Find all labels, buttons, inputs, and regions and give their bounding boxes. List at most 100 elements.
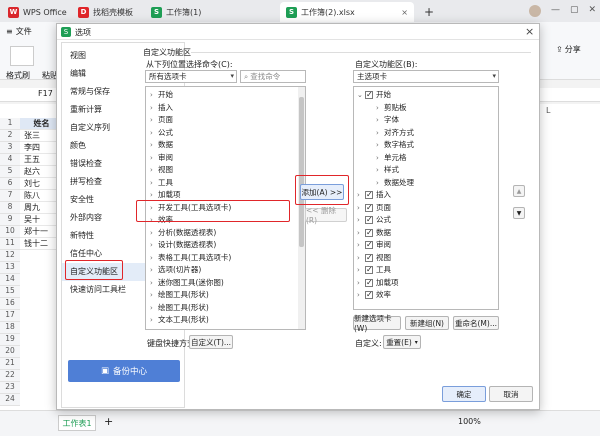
close-tab-icon[interactable]: ×: [401, 8, 408, 17]
checkbox[interactable]: [365, 202, 373, 214]
scrollbar-thumb[interactable]: [299, 97, 304, 247]
row-header[interactable]: 22: [0, 370, 20, 382]
row-header[interactable]: 11: [0, 238, 20, 250]
ribbon-tree-item[interactable]: › 审阅: [357, 239, 391, 252]
chevron-right-icon[interactable]: ›: [376, 102, 384, 115]
new-tab-button[interactable]: +: [418, 2, 440, 22]
ribbon-tree-item[interactable]: › 数字格式: [376, 139, 414, 152]
left-command-source-select[interactable]: 所有选项卡 ▾: [145, 70, 237, 83]
command-list-item[interactable]: › 设计(数据透视表): [150, 239, 216, 252]
command-list-item[interactable]: › 文本工具(形状): [150, 314, 209, 327]
row-header[interactable]: 5: [0, 166, 20, 178]
ribbon-tree-item[interactable]: › 数据: [357, 227, 391, 240]
tab-wps-office[interactable]: W WPS Office: [2, 2, 73, 22]
row-header[interactable]: 15: [0, 286, 20, 298]
close-window-icon[interactable]: ✕: [588, 5, 596, 17]
ribbon-tree-item[interactable]: › 视图: [357, 252, 391, 265]
cell-a[interactable]: 李四: [20, 142, 60, 154]
command-list-item[interactable]: › 分析(数据透视表): [150, 227, 216, 240]
chevron-right-icon[interactable]: ›: [357, 277, 365, 290]
command-list-item[interactable]: › 公式: [150, 127, 173, 140]
row-header[interactable]: 6: [0, 178, 20, 190]
row-header[interactable]: 24: [0, 394, 20, 406]
cell-a[interactable]: 陈八: [20, 190, 60, 202]
row-header[interactable]: 13: [0, 262, 20, 274]
row-header[interactable]: 3: [0, 142, 20, 154]
cell-a[interactable]: 郑十一: [20, 226, 60, 238]
move-down-button[interactable]: ▼: [513, 207, 525, 219]
row-header[interactable]: 14: [0, 274, 20, 286]
checkbox[interactable]: [365, 89, 373, 102]
cell-a[interactable]: 周九: [20, 202, 60, 214]
checkbox[interactable]: [365, 277, 373, 289]
checkbox[interactable]: [365, 252, 373, 264]
row-header[interactable]: 10: [0, 226, 20, 238]
cell-reference[interactable]: F17: [38, 89, 53, 98]
row-header[interactable]: 8: [0, 202, 20, 214]
chevron-right-icon[interactable]: ›: [357, 239, 365, 252]
ribbon-tree-item[interactable]: › 工具: [357, 264, 391, 277]
command-list-item[interactable]: › 绘图工具(形状): [150, 289, 209, 302]
ribbon-tree-item[interactable]: › 样式: [376, 164, 399, 177]
chevron-right-icon[interactable]: ›: [357, 227, 365, 240]
command-list-item[interactable]: › 表格工具(工具选项卡): [150, 252, 231, 265]
column-header-l[interactable]: L: [546, 106, 550, 115]
chevron-right-icon[interactable]: ›: [357, 202, 365, 215]
ok-button[interactable]: 确定: [442, 386, 486, 402]
ribbon-tree-item[interactable]: ⌄ 开始: [357, 89, 391, 102]
remove-button[interactable]: << 删除(R): [305, 206, 347, 225]
command-list-item[interactable]: › 选项(切片器): [150, 264, 201, 277]
ribbon-tree-item[interactable]: › 加载项: [357, 277, 399, 290]
command-list-item[interactable]: › 开发工具(工具选项卡): [150, 202, 231, 215]
row-header[interactable]: 7: [0, 190, 20, 202]
checkbox[interactable]: [365, 227, 373, 239]
chevron-right-icon[interactable]: ›: [357, 264, 365, 277]
sheet-tab[interactable]: 工作表1: [58, 415, 96, 431]
command-list-item[interactable]: › 审阅: [150, 152, 173, 165]
chevron-right-icon[interactable]: ›: [376, 152, 384, 165]
cell-a[interactable]: 刘七: [20, 178, 60, 190]
ribbon-tree-item[interactable]: › 对齐方式: [376, 127, 414, 140]
ribbon-tree-item[interactable]: › 剪贴板: [376, 102, 407, 115]
ribbon-tree-item[interactable]: › 效率: [357, 289, 391, 302]
cell-a[interactable]: 钱十二: [20, 238, 60, 250]
chevron-right-icon[interactable]: ›: [376, 139, 384, 152]
chevron-right-icon[interactable]: ›: [357, 189, 365, 202]
command-list-item[interactable]: › 页面: [150, 114, 173, 127]
checkbox[interactable]: [365, 289, 373, 302]
chevron-right-icon[interactable]: ›: [376, 164, 384, 177]
row-header[interactable]: 12: [0, 250, 20, 262]
add-button[interactable]: 添加(A) >>: [300, 184, 344, 200]
row-header[interactable]: 18: [0, 322, 20, 334]
row-header[interactable]: 19: [0, 334, 20, 346]
right-ribbon-tree[interactable]: ⌄开始›剪贴板›字体›对齐方式›数字格式›单元格›样式›数据处理›插入›页面›公…: [353, 86, 499, 310]
minimize-icon[interactable]: —: [551, 5, 560, 17]
file-menu[interactable]: ≡ 文件: [6, 26, 32, 37]
ribbon-tree-item[interactable]: › 单元格: [376, 152, 407, 165]
ribbon-tree-item[interactable]: › 插入: [357, 189, 391, 202]
rename-button[interactable]: 重命名(M)...: [453, 316, 499, 330]
left-list-scrollbar[interactable]: [298, 87, 305, 329]
command-list-item[interactable]: › 数据: [150, 139, 173, 152]
right-tabs-select[interactable]: 主选项卡 ▾: [353, 70, 499, 83]
command-list-item[interactable]: › 加载项: [150, 189, 181, 202]
search-input[interactable]: ⌕ 查找命令: [240, 70, 306, 83]
row-header[interactable]: 9: [0, 214, 20, 226]
row-header[interactable]: 21: [0, 358, 20, 370]
checkbox[interactable]: [365, 264, 373, 277]
chevron-down-icon[interactable]: ⌄: [357, 89, 365, 102]
ribbon-tree-item[interactable]: › 字体: [376, 114, 399, 127]
row-header[interactable]: 1: [0, 118, 20, 130]
avatar[interactable]: [528, 5, 541, 17]
move-up-button[interactable]: ▲: [513, 185, 525, 197]
tab-docer[interactable]: D 找稻壳模板: [72, 2, 139, 22]
chevron-right-icon[interactable]: ›: [376, 114, 384, 127]
ribbon-tree-item[interactable]: › 公式: [357, 214, 391, 227]
chevron-right-icon[interactable]: ›: [357, 214, 365, 227]
chevron-right-icon[interactable]: ›: [357, 289, 365, 302]
row-header[interactable]: 20: [0, 346, 20, 358]
row-header[interactable]: 23: [0, 382, 20, 394]
cell-a[interactable]: 赵六: [20, 166, 60, 178]
zoom-level[interactable]: 100%: [458, 417, 481, 426]
backup-center-button[interactable]: ▣ 备份中心: [68, 360, 180, 382]
